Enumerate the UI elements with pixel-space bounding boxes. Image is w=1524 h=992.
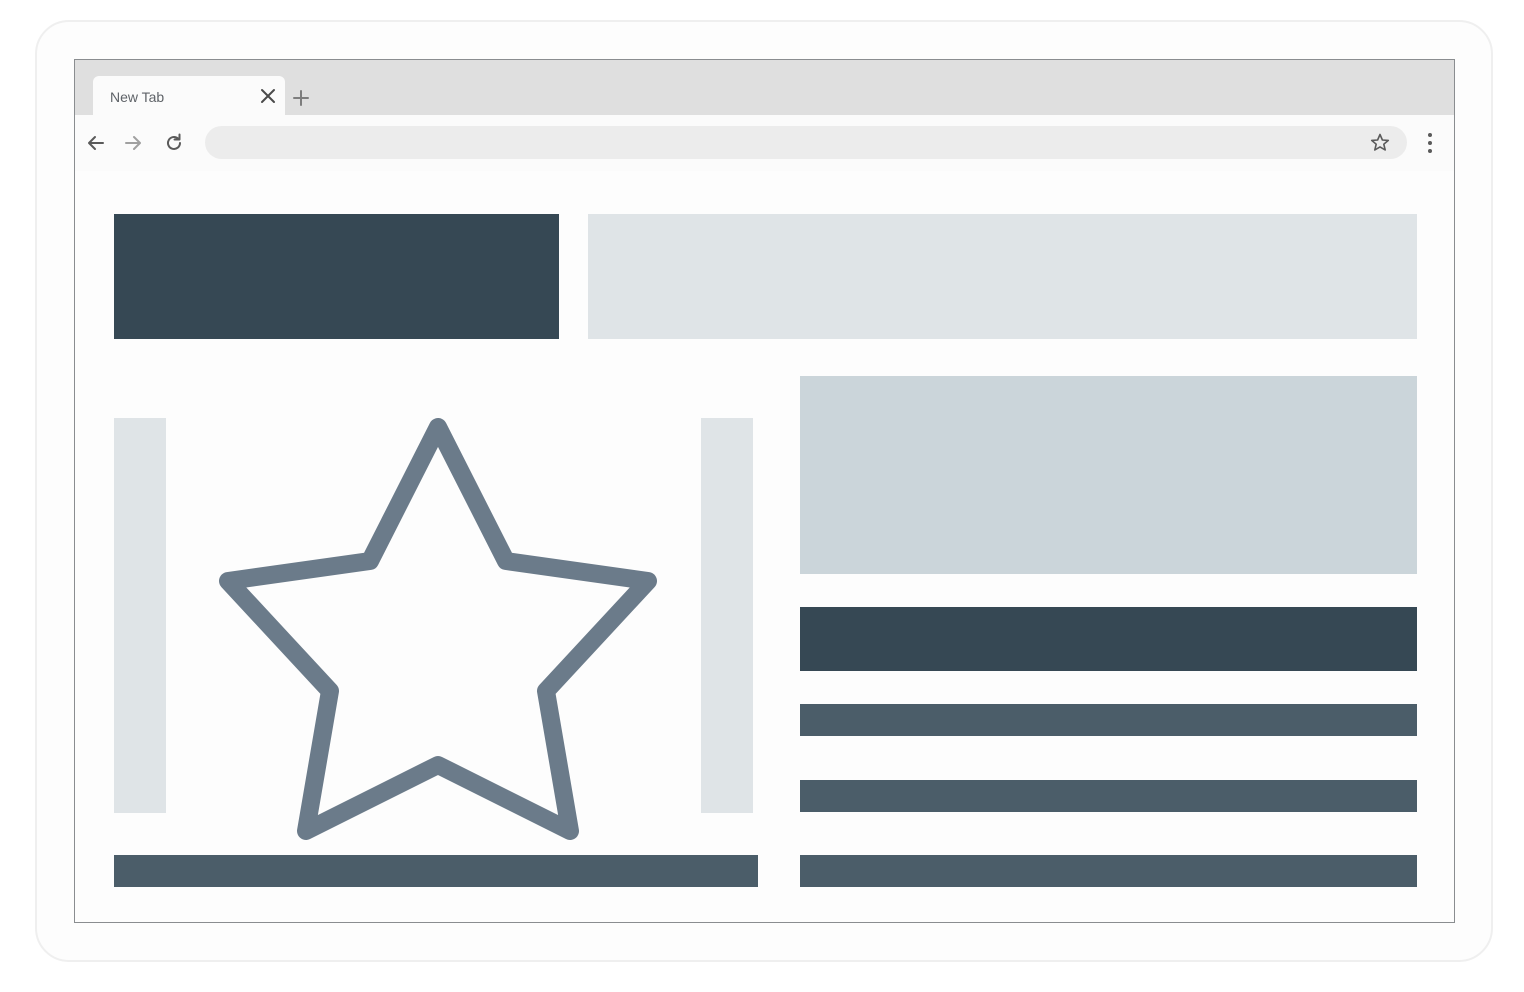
close-icon[interactable]	[259, 87, 277, 105]
tab-title: New Tab	[110, 89, 165, 105]
browser-toolbar	[75, 115, 1454, 171]
heading-bar	[800, 607, 1417, 671]
arrow-left-icon[interactable]	[85, 132, 107, 154]
media-block	[800, 376, 1417, 574]
star-outline-icon	[215, 413, 661, 845]
header-block-light	[588, 214, 1417, 339]
arrow-right-icon[interactable]	[122, 132, 144, 154]
text-line-3	[800, 855, 1417, 887]
tab-new-tab[interactable]: New Tab	[93, 76, 285, 116]
caption-bar	[114, 855, 758, 887]
text-line-1	[800, 704, 1417, 736]
left-sidebar-bar	[114, 418, 166, 813]
more-vertical-icon[interactable]	[1420, 131, 1440, 155]
header-block-dark	[114, 214, 559, 339]
browser-window: New Tab	[74, 59, 1455, 923]
right-sidebar-bar	[701, 418, 753, 813]
tab-strip: New Tab	[75, 60, 1454, 116]
reload-icon[interactable]	[163, 132, 185, 154]
plus-icon[interactable]	[291, 88, 311, 108]
star-outline-icon[interactable]	[1369, 132, 1391, 154]
address-bar[interactable]	[205, 126, 1407, 161]
address-input[interactable]	[221, 126, 1365, 161]
page-viewport	[75, 171, 1454, 922]
text-line-2	[800, 780, 1417, 812]
